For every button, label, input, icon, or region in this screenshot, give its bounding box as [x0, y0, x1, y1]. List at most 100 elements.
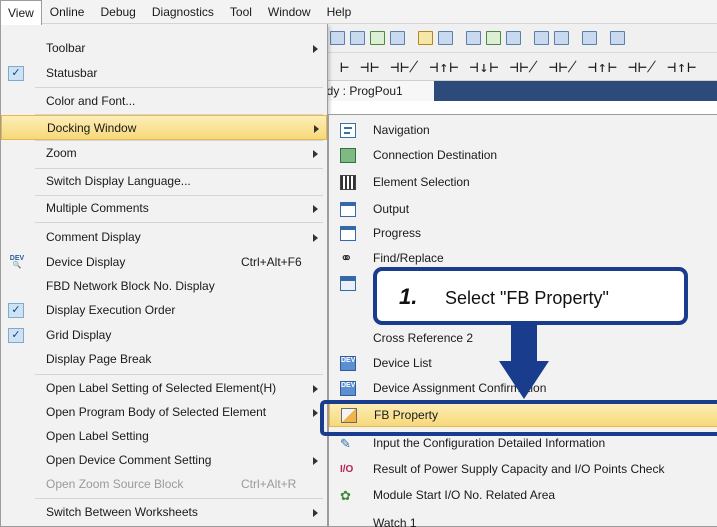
menu-item-label: Color and Font...	[46, 94, 136, 108]
submenu-arrow-icon	[313, 234, 318, 242]
menu-item-display-page-break[interactable]: Display Page Break	[1, 347, 327, 372]
window-icon	[340, 276, 356, 291]
menu-item-open-label-setting[interactable]: Open Label Setting	[1, 424, 327, 449]
menu-item-label: Comment Display	[46, 230, 141, 244]
menu-help[interactable]: Help	[319, 0, 360, 23]
toolbar-icon[interactable]	[486, 31, 501, 45]
connection-destination-icon	[340, 148, 356, 163]
menu-tool[interactable]: Tool	[222, 0, 260, 23]
menu-item-statusbar[interactable]: ✓ Statusbar	[1, 61, 327, 86]
submenu-item-label: Output	[373, 202, 410, 216]
submenu-item-watch-1[interactable]: Watch 1	[329, 511, 717, 527]
menu-window[interactable]: Window	[260, 0, 319, 23]
navigation-icon	[340, 123, 356, 138]
submenu-item-element-selection[interactable]: Element Selection	[329, 170, 717, 195]
menu-item-label: Display Page Break	[46, 352, 152, 366]
callout-arrow-head-icon	[499, 361, 549, 399]
submenu-item-label: Device List	[373, 356, 432, 370]
toolbar-icon[interactable]	[506, 31, 521, 45]
menu-item-zoom[interactable]: Zoom	[1, 141, 327, 166]
submenu-item-label: Module Start I/O No. Related Area	[373, 488, 556, 502]
main-toolbar	[310, 24, 717, 53]
progress-icon	[340, 226, 356, 241]
menu-item-switch-between-worksheets[interactable]: Switch Between Worksheets	[1, 500, 327, 525]
checkmark-icon: ✓	[8, 303, 24, 318]
submenu-item-power-supply-io-check[interactable]: I/O Result of Power Supply Capacity and …	[329, 457, 717, 482]
menu-item-display-execution-order[interactable]: ✓ Display Execution Order	[1, 298, 327, 323]
menu-item-label: Open Label Setting of Selected Element(H…	[46, 381, 277, 395]
device-list-icon: DEV	[340, 356, 356, 371]
module-start-icon: ✿	[340, 488, 351, 503]
submenu-item-label: Watch 1	[373, 516, 417, 527]
menu-separator	[35, 374, 323, 375]
toolbar-icon[interactable]	[418, 31, 433, 45]
menu-item-comment-display[interactable]: Comment Display	[1, 225, 327, 250]
submenu-item-navigation[interactable]: Navigation	[329, 118, 717, 143]
toolbar-icon[interactable]	[534, 31, 549, 45]
menu-item-open-device-comment-setting[interactable]: Open Device Comment Setting	[1, 448, 327, 473]
toolbar-icon[interactable]	[330, 31, 345, 45]
menu-item-label: Open Label Setting	[46, 429, 149, 443]
menu-item-fbd-network-block-no-display[interactable]: FBD Network Block No. Display	[1, 274, 327, 299]
fb-property-highlight-frame	[320, 400, 717, 436]
menu-item-switch-display-language[interactable]: Switch Display Language...	[1, 169, 327, 194]
instruction-callout: 1. Select "FB Property"	[373, 267, 688, 325]
menu-debug[interactable]: Debug	[92, 0, 143, 23]
menu-item-label: Statusbar	[46, 66, 98, 80]
submenu-item-connection-destination[interactable]: Connection Destination	[329, 143, 717, 168]
menu-item-label: Grid Display	[46, 328, 112, 342]
document-tab[interactable]: ody : ProgPou1 [PRG]...×	[310, 81, 434, 118]
menu-item-grid-display[interactable]: ✓ Grid Display	[1, 323, 327, 348]
menu-item-label: Multiple Comments	[46, 201, 149, 215]
submenu-item-progress[interactable]: Progress	[329, 221, 717, 246]
menu-separator	[35, 498, 323, 499]
toolbar-icon[interactable]	[554, 31, 569, 45]
toolbar-icon[interactable]	[438, 31, 453, 45]
menu-item-device-display[interactable]: DEV 🔍 Device Display Ctrl+Alt+F6	[1, 250, 327, 275]
submenu-arrow-icon	[313, 409, 318, 417]
submenu-arrow-icon	[313, 509, 318, 517]
submenu-item-label: Connection Destination	[373, 148, 498, 162]
element-selection-icon	[340, 175, 356, 190]
configuration-input-icon: ✎	[340, 436, 351, 451]
submenu-arrow-icon	[313, 385, 318, 393]
submenu-item-label: Navigation	[373, 123, 430, 137]
menu-bar: View Online Debug Diagnostics Tool Windo…	[0, 0, 717, 25]
menu-view[interactable]: View	[0, 0, 42, 25]
menu-item-label: FBD Network Block No. Display	[46, 279, 215, 293]
callout-arrow-shaft	[511, 325, 537, 361]
submenu-item-label: Element Selection	[373, 175, 470, 189]
menu-item-label: Display Execution Order	[46, 303, 176, 317]
toolbar-icon[interactable]	[370, 31, 385, 45]
submenu-item-output[interactable]: Output	[329, 197, 717, 222]
menu-item-label: Open Device Comment Setting	[46, 453, 212, 467]
submenu-item-label: Cross Reference 2	[373, 331, 474, 345]
toolbar-icon[interactable]	[350, 31, 365, 45]
zoom-icon[interactable]	[610, 31, 625, 45]
menu-item-toolbar[interactable]: Toolbar	[1, 36, 327, 61]
device-display-icon: DEV 🔍	[9, 255, 25, 269]
menu-separator	[35, 222, 323, 223]
menu-online[interactable]: Online	[42, 0, 93, 23]
toolbar-icon[interactable]	[390, 31, 405, 45]
menu-item-open-program-body[interactable]: Open Program Body of Selected Element	[1, 400, 327, 425]
callout-step-number: 1.	[399, 284, 418, 309]
ladder-symbols-toolbar[interactable]: ⊢ ⊣⊢ ⊣⊬ ⊣↑⊢ ⊣↓⊢ ⊣⊬ ⊣⊬ ⊣↑⊢ ⊣⊬ ⊣↑⊢	[340, 58, 697, 76]
menu-item-open-zoom-source-block: Open Zoom Source Block Ctrl+Alt+R	[1, 472, 327, 497]
submenu-item-module-start-io[interactable]: ✿ Module Start I/O No. Related Area	[329, 483, 717, 508]
checkmark-icon: ✓	[8, 66, 24, 81]
menu-item-docking-window[interactable]: Docking Window	[1, 115, 327, 140]
menu-item-open-label-setting-selected[interactable]: Open Label Setting of Selected Element(H…	[1, 376, 327, 401]
menu-item-label: Toolbar	[46, 41, 86, 55]
menu-item-multiple-comments[interactable]: Multiple Comments	[1, 196, 327, 221]
menu-item-label: Zoom	[46, 146, 77, 160]
menu-item-shortcut: Ctrl+Alt+F6	[241, 255, 302, 269]
toolbar-icon[interactable]	[582, 31, 597, 45]
view-menu: Toolbar ✓ Statusbar Color and Font... Do…	[0, 24, 328, 527]
submenu-item-label: Result of Power Supply Capacity and I/O …	[373, 462, 665, 476]
menu-diagnostics[interactable]: Diagnostics	[144, 0, 222, 23]
callout-text: Select "FB Property"	[445, 288, 609, 308]
menu-item-color-and-font[interactable]: Color and Font...	[1, 89, 327, 114]
checkmark-icon: ✓	[8, 328, 24, 343]
toolbar-icon[interactable]	[466, 31, 481, 45]
